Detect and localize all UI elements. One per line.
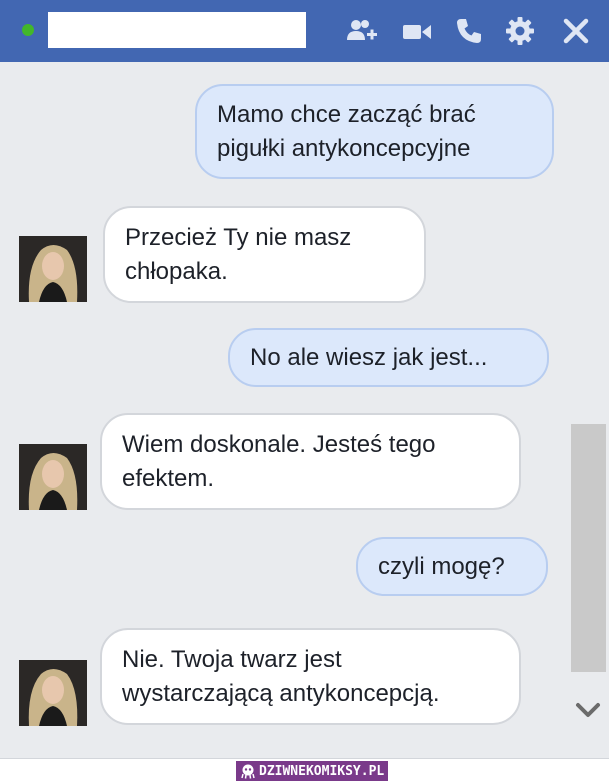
chat-title-bar xyxy=(0,0,609,62)
watermark-text: DZIWNEKOMIKSY.PL xyxy=(259,763,385,779)
chevron-down-icon[interactable] xyxy=(570,692,606,728)
message-bubble-sent: No ale wiesz jak jest... xyxy=(228,328,549,387)
scrollbar[interactable] xyxy=(571,424,606,672)
message-bubble-sent: czyli mogę? xyxy=(356,537,548,596)
message-bubble-received: Nie. Twoja twarz jest wystarczającą anty… xyxy=(100,628,521,725)
message-bubble-received: Przecież Ty nie masz chłopaka. xyxy=(103,206,426,303)
message-line: chłopaka. xyxy=(125,257,228,285)
message-line: Przecież Ty nie masz xyxy=(125,223,352,251)
avatar[interactable] xyxy=(19,444,87,510)
message-line: pigułki antykoncepcyjne xyxy=(217,134,471,162)
watermark: DZIWNEKOMIKSY.PL xyxy=(236,761,389,781)
contact-name-box[interactable] xyxy=(48,12,306,48)
phone-icon[interactable] xyxy=(452,14,486,48)
message-line: wystarczającą antykoncepcją. xyxy=(122,679,440,707)
add-person-icon[interactable] xyxy=(346,14,380,48)
message-line: Mamo chce zacząć brać xyxy=(217,100,476,128)
online-status-dot xyxy=(22,24,34,36)
message-line: No ale wiesz jak jest... xyxy=(250,343,488,371)
octopus-icon xyxy=(241,764,255,779)
close-icon[interactable] xyxy=(559,14,593,48)
avatar[interactable] xyxy=(19,660,87,726)
message-bubble-received: Wiem doskonale. Jesteś tego efektem. xyxy=(100,413,521,510)
message-line: Nie. Twoja twarz jest xyxy=(122,645,342,673)
avatar[interactable] xyxy=(19,236,87,302)
message-bubble-sent: Mamo chce zacząć brać pigułki antykoncep… xyxy=(195,84,554,179)
message-line: Wiem doskonale. Jesteś tego xyxy=(122,430,436,458)
message-line: czyli mogę? xyxy=(378,552,505,580)
video-camera-icon[interactable] xyxy=(400,14,434,48)
message-line: efektem. xyxy=(122,464,215,492)
gear-icon[interactable] xyxy=(503,14,537,48)
